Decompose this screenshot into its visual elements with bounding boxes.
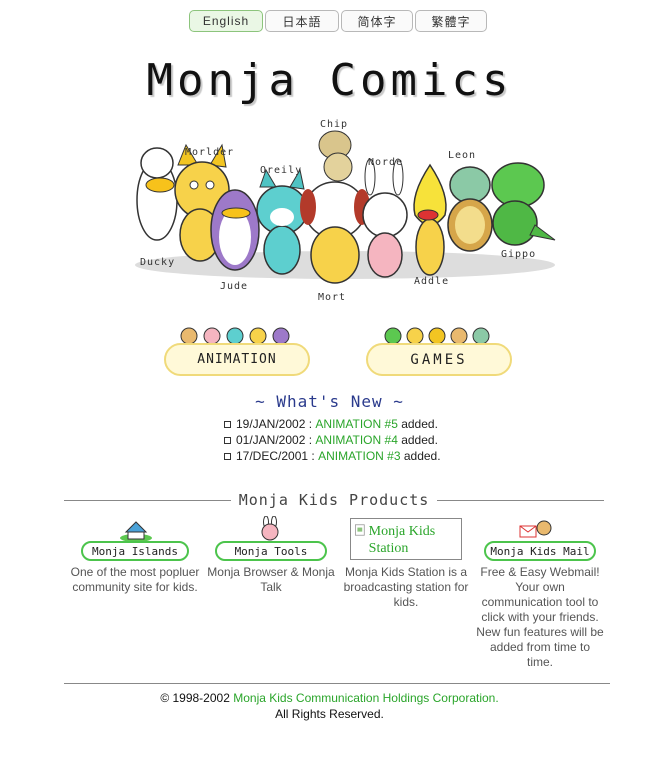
footer: © 1998-2002 Monja Kids Communication Hol… — [0, 690, 659, 722]
product-description: One of the most popluer community site f… — [70, 565, 200, 594]
bullet-icon — [224, 420, 231, 428]
site-title: Monja Comics — [146, 55, 513, 106]
bullet-icon — [224, 436, 231, 444]
products-title: Monja Kids Products — [238, 491, 430, 509]
news-suffix: added. — [397, 433, 438, 447]
name-ducky: Ducky — [140, 257, 175, 268]
news-link[interactable]: ANIMATION #3 — [318, 448, 400, 464]
news-link[interactable]: ANIMATION #4 — [315, 432, 397, 448]
monja-islands-button[interactable]: Monja Islands — [81, 541, 189, 561]
copyright-line: © 1998-2002 Monja Kids Communication Hol… — [0, 690, 659, 706]
news-suffix: added. — [397, 417, 438, 431]
animation-button[interactable]: ANIMATION — [164, 343, 310, 376]
news-list: 19/JAN/2002 : ANIMATION #5 added. 01/JAN… — [224, 416, 564, 464]
product-monja-tools: Monja Tools Monja Browser & Monja Talk — [206, 541, 336, 595]
news-item: 19/JAN/2002 : ANIMATION #5 added. — [224, 416, 564, 432]
news-item: 17/DEC/2001 : ANIMATION #3 added. — [224, 448, 564, 464]
monja-kids-mail-button[interactable]: Monja Kids Mail — [484, 541, 596, 561]
oreily-character — [256, 168, 308, 275]
island-icon — [120, 521, 152, 542]
chip-character — [318, 130, 353, 182]
games-button[interactable]: GAMES — [366, 343, 512, 376]
rabbit-tool-icon — [261, 516, 279, 541]
news-suffix: added. — [400, 449, 441, 463]
rights-text: All Rights Reserved. — [275, 707, 384, 721]
station-label: Monja Kids Station — [368, 524, 436, 556]
addle-character — [413, 163, 447, 276]
divider — [437, 499, 604, 501]
lang-simplified-chinese-button[interactable]: 简体字 — [341, 10, 413, 32]
products-header: Monja Kids Products — [64, 490, 604, 510]
company-link[interactable]: Monja Kids Communication Holdings Corpor… — [233, 691, 498, 705]
product-description: Monja Browser & Monja Talk — [207, 565, 335, 594]
lang-english-button[interactable]: English — [189, 10, 263, 32]
monja-kids-station-link[interactable]: Monja Kids Station — [350, 518, 462, 560]
news-separator: : — [308, 449, 319, 463]
news-separator: : — [305, 433, 316, 447]
copyright-text: © 1998-2002 — [160, 691, 234, 705]
product-description: Monja Kids Station is a broadcasting sta… — [343, 565, 469, 609]
name-norde: Norde — [368, 157, 403, 168]
norde-character — [362, 158, 408, 278]
lang-traditional-chinese-button[interactable]: 繁體字 — [415, 10, 487, 32]
mail-icon — [519, 520, 552, 538]
news-date: 19/JAN/2002 — [236, 417, 306, 431]
name-jude: Jude — [220, 281, 248, 292]
leon-character — [447, 166, 493, 252]
news-date: 01/JAN/2002 — [236, 433, 306, 447]
news-item: 01/JAN/2002 : ANIMATION #4 added. — [224, 432, 564, 448]
product-monja-kids-mail: Monja Kids Mail Free & Easy Webmail! You… — [476, 541, 604, 670]
news-separator: : — [305, 417, 316, 431]
name-chip: Chip — [320, 119, 348, 130]
name-morlder: Morlder — [185, 147, 234, 158]
product-monja-islands: Monja Islands One of the most popluer co… — [70, 541, 200, 595]
product-monja-kids-station: Monja Kids Station Monja Kids Station is… — [338, 518, 474, 610]
name-addle: Addle — [414, 276, 449, 287]
ducky-character — [136, 147, 178, 241]
whats-new-title: ~ What's New ~ — [255, 392, 404, 411]
broken-image-icon — [355, 524, 365, 536]
news-date: 17/DEC/2001 — [236, 449, 309, 463]
name-mort: Mort — [318, 292, 346, 303]
name-leon: Leon — [448, 150, 476, 161]
lang-japanese-button[interactable]: 日本語 — [265, 10, 339, 32]
divider — [64, 499, 231, 501]
news-link[interactable]: ANIMATION #5 — [315, 416, 397, 432]
name-oreily: Oreily — [260, 165, 302, 176]
characters-illustration: Chip Morlder Oreily Norde Leon Ducky Jud… — [135, 119, 556, 303]
footer-divider — [64, 683, 610, 684]
gippo-character — [491, 162, 556, 246]
name-gippo: Gippo — [501, 249, 536, 260]
bullet-icon — [224, 452, 231, 460]
monja-tools-button[interactable]: Monja Tools — [215, 541, 327, 561]
language-bar: English 日本語 简体字 繁體字 — [189, 10, 487, 34]
jude-character — [210, 189, 260, 271]
product-description: Free & Easy Webmail! Your own communicat… — [476, 565, 604, 669]
